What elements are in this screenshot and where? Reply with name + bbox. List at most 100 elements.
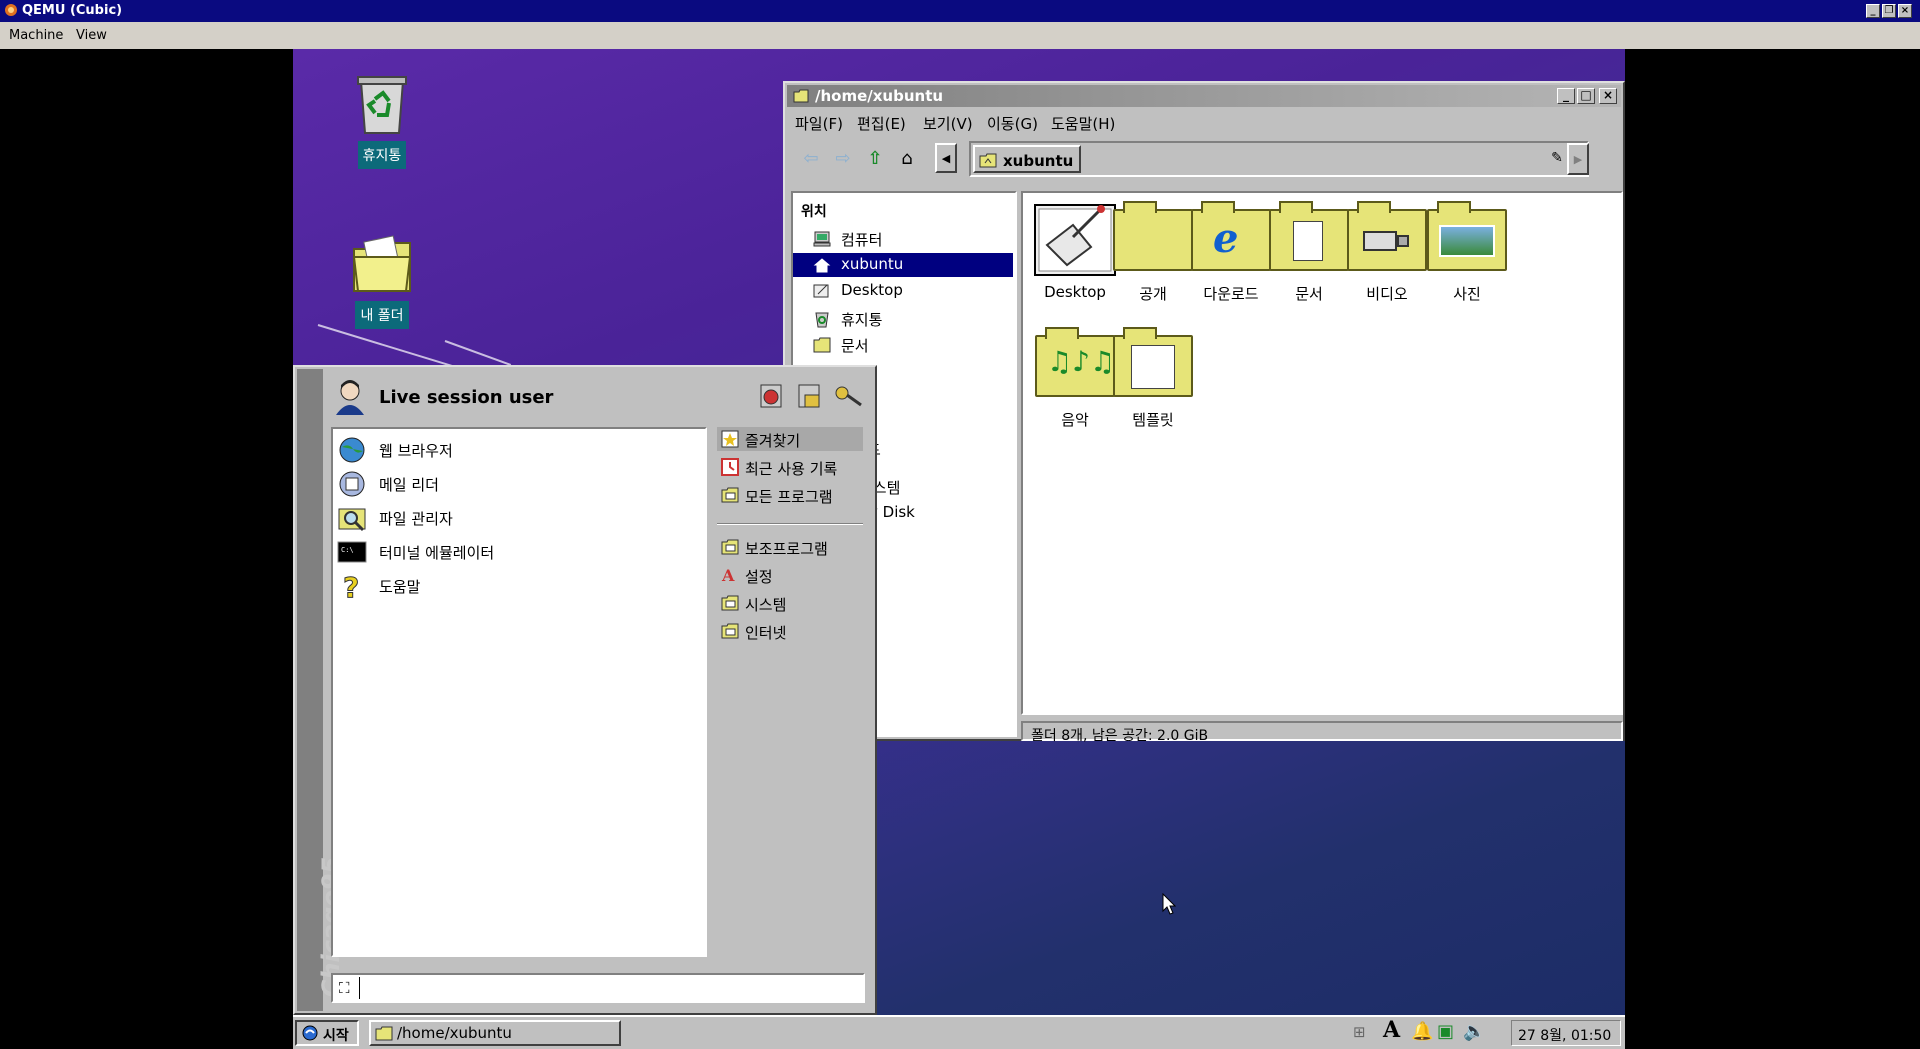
sidebar-item-label: xubuntu bbox=[841, 255, 904, 273]
qemu-menubar: Machine View bbox=[0, 22, 1920, 49]
settings-manager-icon[interactable] bbox=[757, 381, 787, 411]
menu-file[interactable]: 파일(F) bbox=[795, 113, 843, 134]
forward-icon[interactable]: ⇨ bbox=[829, 143, 857, 173]
computer-icon bbox=[813, 231, 831, 247]
internet-icon bbox=[721, 623, 739, 639]
desktop-icon bbox=[813, 284, 829, 298]
category-system[interactable]: 시스템 bbox=[717, 591, 863, 615]
wallpaper-streak bbox=[444, 340, 512, 366]
minimize-button[interactable]: _ bbox=[1557, 88, 1575, 104]
start-button-label: 시작 bbox=[323, 1028, 349, 1044]
sidebar-item-label: Desktop bbox=[841, 281, 903, 299]
qemu-titlebar: QEMU (Cubic) _ ❐ × bbox=[0, 0, 1920, 22]
clock[interactable]: 27 8월, 01:50 bbox=[1511, 1020, 1621, 1046]
accessories-icon bbox=[721, 539, 739, 555]
pictures-folder-icon bbox=[1427, 201, 1507, 271]
close-button[interactable]: × bbox=[1599, 88, 1617, 104]
menu-go[interactable]: 이동(G) bbox=[987, 113, 1038, 134]
start-menu-brand-strip: Chicago95 bbox=[297, 369, 345, 1011]
volume-icon[interactable]: 🔈 bbox=[1463, 1022, 1485, 1042]
favorite-item-file-manager[interactable]: 파일 관리자 bbox=[335, 501, 695, 533]
web-browser-icon bbox=[339, 437, 365, 463]
path-left-arrow-icon[interactable]: ◀ bbox=[935, 143, 957, 173]
path-bar[interactable]: xubuntu ✎ ▶ bbox=[969, 141, 1589, 177]
search-input[interactable] bbox=[359, 977, 859, 999]
favorite-item-mail-reader[interactable]: 메일 리더 bbox=[335, 467, 695, 499]
input-method-icon[interactable]: A bbox=[1383, 1019, 1400, 1041]
favorite-item-help[interactable]: ? 도움말 bbox=[335, 569, 695, 601]
category-favorites[interactable]: 즐겨찾기 bbox=[717, 427, 863, 451]
category-label: 최근 사용 기록 bbox=[745, 460, 838, 478]
menu-view[interactable]: 보기(V) bbox=[923, 113, 973, 134]
qemu-restore-button[interactable]: ❐ bbox=[1882, 4, 1896, 18]
category-all-programs[interactable]: 모든 프로그램 bbox=[717, 483, 863, 507]
sidebar-item-label: 컴퓨터 bbox=[841, 231, 883, 249]
favorite-item-label: 파일 관리자 bbox=[379, 510, 453, 528]
taskbar-window-button[interactable]: /home/xubuntu bbox=[369, 1020, 621, 1046]
home-icon[interactable]: ⌂ bbox=[893, 143, 921, 173]
back-icon[interactable]: ⇦ bbox=[797, 143, 825, 173]
notification-bell-icon[interactable]: 🔔 bbox=[1411, 1022, 1433, 1042]
session-user-name: Live session user bbox=[379, 387, 554, 408]
up-icon[interactable]: ⇧ bbox=[861, 143, 889, 173]
settings-icon: A bbox=[721, 566, 735, 584]
music-folder-icon: ♫♪♫ bbox=[1035, 327, 1115, 397]
path-crumb-home[interactable]: xubuntu bbox=[973, 145, 1082, 173]
file-manager-titlebar[interactable]: /home/xubuntu _ □ × bbox=[787, 85, 1621, 107]
battery-icon[interactable]: ▣ bbox=[1437, 1022, 1454, 1042]
category-label: 설정 bbox=[745, 568, 773, 586]
svg-text:?: ? bbox=[343, 571, 359, 601]
favorite-item-terminal[interactable]: C:\ 터미널 에뮬레이터 bbox=[335, 535, 695, 567]
favorite-item-label: 도움말 bbox=[379, 578, 421, 596]
home-folder-icon bbox=[352, 235, 412, 292]
home-icon bbox=[813, 258, 831, 273]
recycle-bin-icon bbox=[357, 76, 407, 134]
menu-edit[interactable]: 편집(E) bbox=[857, 113, 906, 134]
favorite-item-web-browser[interactable]: 웹 브라우저 bbox=[335, 433, 695, 465]
file-manager-icon bbox=[338, 508, 366, 532]
guest-desktop[interactable]: 휴지통 내 폴더 /home/xubuntu _ □ × 파일(F) 편집(E)… bbox=[293, 49, 1625, 1049]
path-right-arrow-icon[interactable]: ▶ bbox=[1567, 143, 1589, 175]
folder-icon bbox=[375, 1026, 393, 1041]
qemu-close-button[interactable]: × bbox=[1898, 4, 1912, 18]
category-label: 시스템 bbox=[745, 596, 787, 614]
qemu-menu-view[interactable]: View bbox=[76, 28, 107, 43]
file-manager-title: /home/xubuntu bbox=[815, 87, 944, 105]
desktop-icon-home-folder[interactable]: 내 폴더 bbox=[342, 235, 422, 329]
qemu-menu-machine[interactable]: Machine bbox=[9, 28, 63, 43]
svg-text:A: A bbox=[721, 566, 735, 584]
qemu-minimize-button[interactable]: _ bbox=[1866, 4, 1880, 18]
file-icon-view[interactable]: Desktop 공개 e 다운로드 문서 비디오 사진 ♫♪♫ 음악 템플릿 bbox=[1021, 191, 1623, 715]
menu-separator bbox=[717, 523, 863, 525]
taskbar: 시작 /home/xubuntu ⊞ A 🔔 ▣ 🔈 27 8월, 01:50 bbox=[293, 1015, 1625, 1049]
path-crumb-label: xubuntu bbox=[1003, 152, 1074, 170]
system-icon bbox=[721, 595, 739, 611]
search-field[interactable]: ⛶ bbox=[331, 973, 865, 1003]
network-icon[interactable]: ⊞ bbox=[1353, 1022, 1366, 1042]
sidebar-item-xubuntu[interactable]: xubuntu bbox=[793, 253, 1013, 277]
folder-item-label: 템플릿 bbox=[1132, 411, 1174, 429]
folder-item-videos[interactable]: 비디오 bbox=[1341, 201, 1433, 304]
category-settings[interactable]: A 설정 bbox=[717, 563, 863, 587]
desktop-icon-label: 휴지통 bbox=[357, 141, 407, 169]
sidebar-item-computer[interactable]: 컴퓨터 bbox=[793, 227, 1013, 251]
sidebar-item-trash[interactable]: 휴지통 bbox=[793, 307, 1013, 331]
help-icon: ? bbox=[343, 571, 360, 601]
favorites-list: 웹 브라우저 메일 리더 파일 관리자 C:\ 터미널 에뮬레이터 ? 도움말 bbox=[331, 427, 707, 957]
folder-item-templates[interactable]: 템플릿 bbox=[1107, 327, 1199, 430]
desktop-icon-trash[interactable]: 휴지통 bbox=[342, 73, 422, 169]
sidebar-item-documents[interactable]: 문서 bbox=[793, 333, 1013, 357]
edit-path-icon[interactable]: ✎ bbox=[1547, 143, 1567, 173]
folder-icon bbox=[793, 89, 809, 103]
desktop-folder-icon bbox=[1034, 204, 1116, 276]
category-accessories[interactable]: 보조프로그램 bbox=[717, 535, 863, 559]
menu-help[interactable]: 도움말(H) bbox=[1051, 113, 1115, 134]
maximize-button[interactable]: □ bbox=[1577, 88, 1595, 104]
folder-item-pictures[interactable]: 사진 bbox=[1421, 201, 1513, 304]
category-recent[interactable]: 최근 사용 기록 bbox=[717, 455, 863, 479]
category-internet[interactable]: 인터넷 bbox=[717, 619, 863, 643]
start-button[interactable]: 시작 bbox=[295, 1020, 359, 1046]
sidebar-item-desktop[interactable]: Desktop bbox=[793, 279, 1013, 303]
lock-screen-icon[interactable] bbox=[795, 381, 825, 411]
logout-key-icon[interactable] bbox=[833, 381, 863, 411]
